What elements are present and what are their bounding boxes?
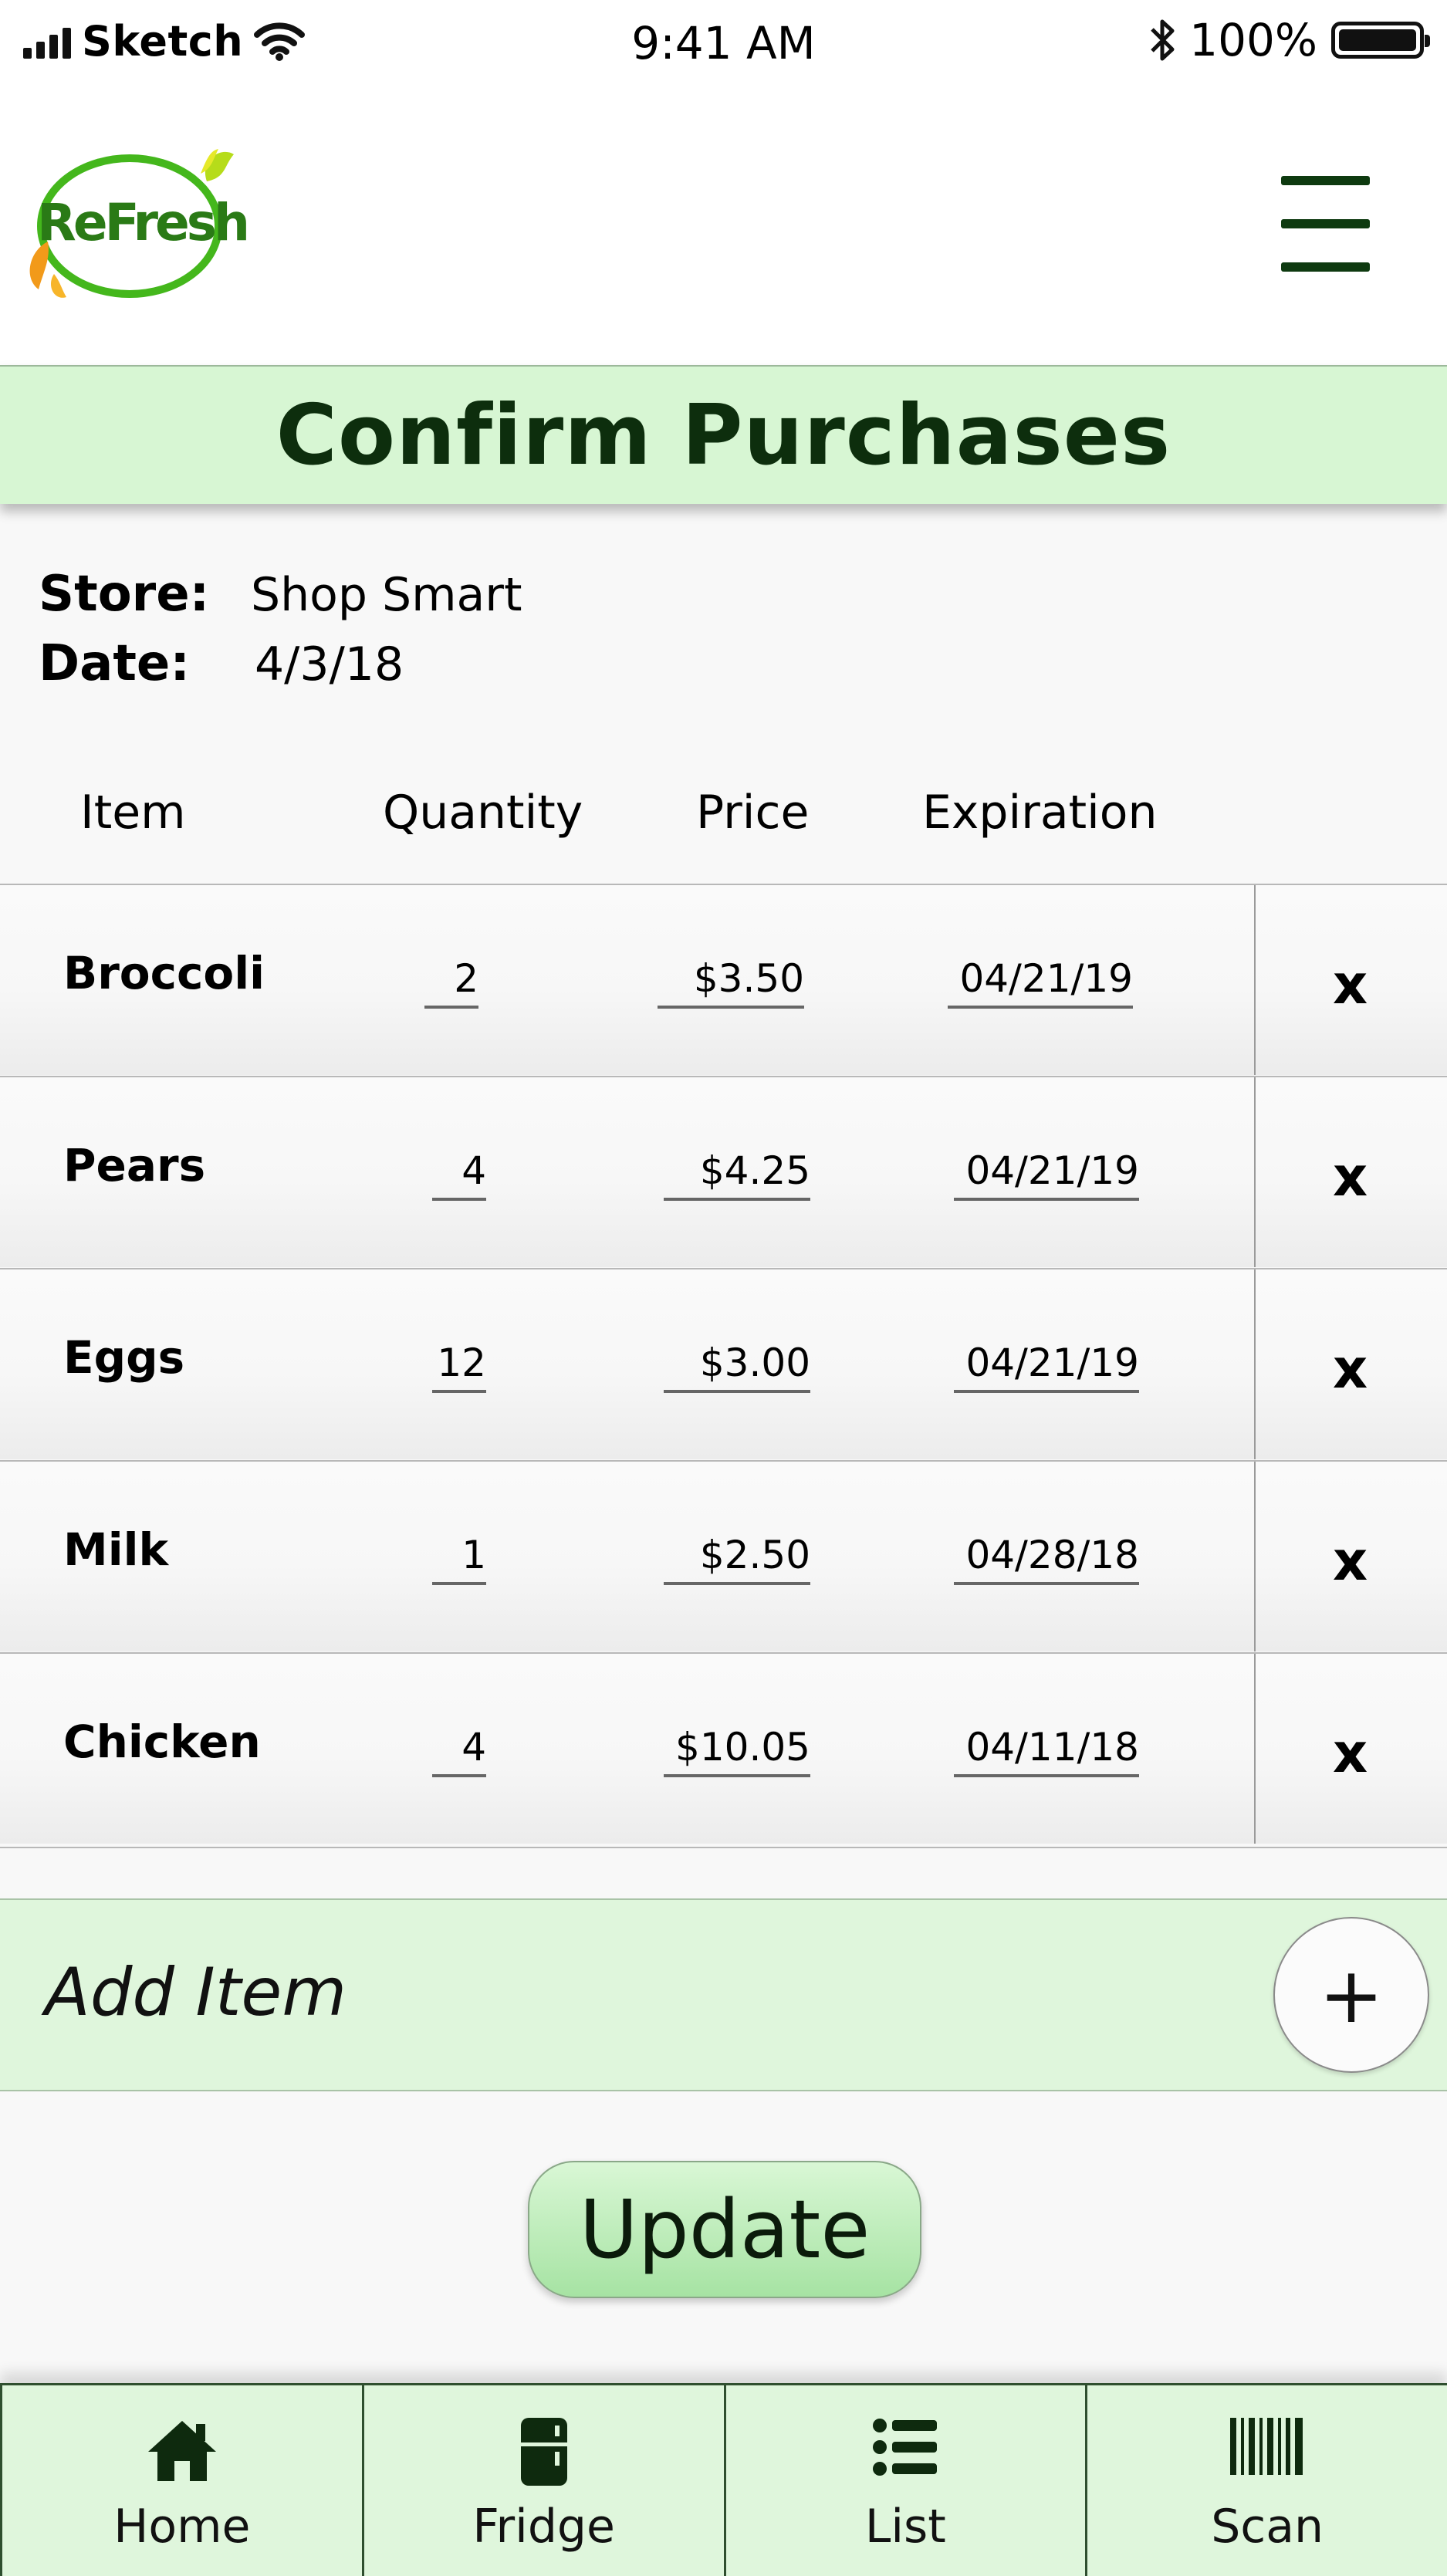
date-line: Date: 4/3/18 xyxy=(39,635,404,692)
logo-text: ReFresh xyxy=(37,193,250,252)
battery-percent: 100% xyxy=(1189,14,1317,66)
expiration-field[interactable]: 04/21/19 xyxy=(954,1148,1139,1201)
item-name: Broccoli xyxy=(63,947,265,999)
table-row: Pears 4 $4.25 04/21/19 x xyxy=(0,1076,1447,1267)
item-name: Chicken xyxy=(63,1716,261,1768)
tab-list[interactable]: List xyxy=(723,2385,1086,2576)
row-divider xyxy=(1254,1654,1256,1844)
table-row: Chicken 4 $10.05 04/11/18 x xyxy=(0,1652,1447,1844)
price-field[interactable]: $3.00 xyxy=(664,1340,810,1393)
remove-item-button[interactable]: x xyxy=(1333,1722,1368,1785)
row-divider xyxy=(1254,1462,1256,1651)
item-name: Pears xyxy=(63,1139,206,1192)
tab-label: List xyxy=(864,2500,946,2554)
add-item-button[interactable]: + xyxy=(1273,1917,1429,2073)
remove-item-button[interactable]: x xyxy=(1333,953,1368,1016)
tab-fridge[interactable]: Fridge xyxy=(361,2385,724,2576)
row-divider xyxy=(1254,1269,1256,1459)
expiration-field[interactable]: 04/28/18 xyxy=(954,1533,1139,1585)
battery-icon xyxy=(1331,22,1430,59)
tab-label: Home xyxy=(113,2500,251,2554)
quantity-field[interactable]: 12 xyxy=(432,1340,486,1393)
status-bar: Sketch 9:41 AM 100% xyxy=(0,0,1447,89)
store-value: Shop Smart xyxy=(251,568,522,622)
tab-home[interactable]: Home xyxy=(0,2385,362,2576)
add-item-label: Add Item xyxy=(45,1954,347,2031)
home-icon xyxy=(147,2421,216,2481)
quantity-field[interactable]: 4 xyxy=(432,1725,486,1777)
item-name: Eggs xyxy=(63,1331,185,1384)
update-button[interactable]: Update xyxy=(528,2161,921,2298)
table-row: Milk 1 $2.50 04/28/18 x xyxy=(0,1460,1447,1651)
price-field[interactable]: $4.25 xyxy=(664,1148,810,1201)
date-label: Date: xyxy=(39,635,190,692)
add-item-bar[interactable]: Add Item + xyxy=(0,1898,1447,2091)
table-bottom-border xyxy=(0,1847,1447,1848)
price-field[interactable]: $10.05 xyxy=(664,1725,810,1777)
menu-button[interactable] xyxy=(1277,176,1374,275)
table-row: Broccoli 2 $3.50 04/21/19 x xyxy=(0,884,1447,1075)
list-icon xyxy=(873,2419,938,2476)
quantity-field[interactable]: 1 xyxy=(432,1533,486,1585)
title-banner: Confirm Purchases xyxy=(0,365,1447,504)
page-title: Confirm Purchases xyxy=(276,387,1171,484)
status-right: 100% xyxy=(1149,14,1430,66)
store-line: Store: Shop Smart xyxy=(39,566,522,623)
refresh-logo: ReFresh xyxy=(22,143,250,320)
quantity-field[interactable]: 4 xyxy=(432,1148,486,1201)
remove-item-button[interactable]: x xyxy=(1333,1337,1368,1401)
barcode-icon xyxy=(1230,2418,1303,2475)
date-value: 4/3/18 xyxy=(255,637,404,691)
bluetooth-icon xyxy=(1151,19,1175,61)
column-header-item: Item xyxy=(80,786,186,840)
store-label: Store: xyxy=(39,566,210,623)
tab-label: Scan xyxy=(1211,2500,1324,2554)
price-field[interactable]: $3.50 xyxy=(658,956,804,1009)
column-header-expiration: Expiration xyxy=(922,786,1158,840)
expiration-field[interactable]: 04/21/19 xyxy=(954,1340,1139,1393)
price-field[interactable]: $2.50 xyxy=(664,1533,810,1585)
tab-scan[interactable]: Scan xyxy=(1085,2385,1447,2576)
column-header-quantity: Quantity xyxy=(383,786,583,840)
expiration-field[interactable]: 04/21/19 xyxy=(948,956,1133,1009)
item-name: Milk xyxy=(63,1523,169,1576)
expiration-field[interactable]: 04/11/18 xyxy=(954,1725,1139,1777)
table-row: Eggs 12 $3.00 04/21/19 x xyxy=(0,1268,1447,1459)
tab-label: Fridge xyxy=(472,2500,615,2554)
remove-item-button[interactable]: x xyxy=(1333,1530,1368,1593)
remove-item-button[interactable]: x xyxy=(1333,1145,1368,1209)
fridge-icon xyxy=(520,2418,567,2486)
column-header-price: Price xyxy=(696,786,810,840)
row-divider xyxy=(1254,885,1256,1075)
row-divider xyxy=(1254,1077,1256,1267)
quantity-field[interactable]: 2 xyxy=(424,956,478,1009)
bottom-tab-bar: Home Fridge List Scan xyxy=(0,2383,1447,2576)
